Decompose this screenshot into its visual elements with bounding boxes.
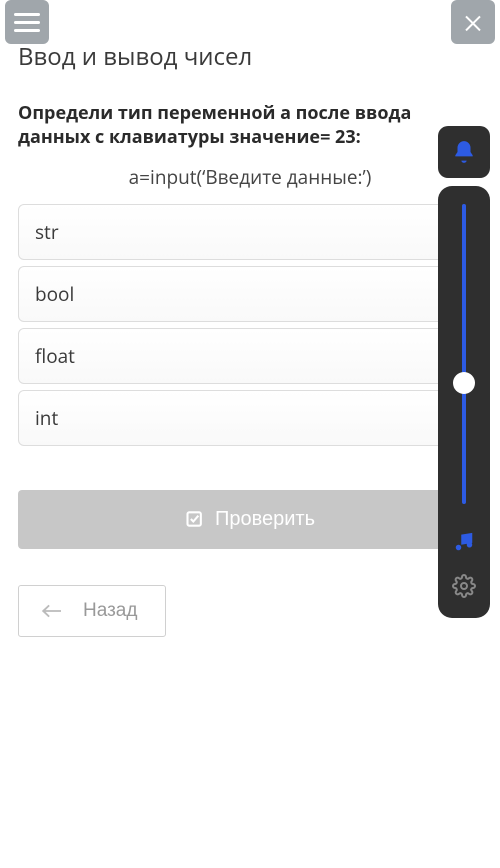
bell-icon — [451, 139, 477, 165]
back-button[interactable]: Назад — [18, 585, 166, 637]
music-icon — [453, 531, 475, 553]
settings-button[interactable] — [444, 566, 484, 606]
close-button[interactable] — [451, 0, 495, 44]
option-bool[interactable]: bool — [18, 266, 482, 322]
back-button-label: Назад — [83, 600, 137, 622]
option-int[interactable]: int — [18, 390, 482, 446]
music-button[interactable] — [444, 522, 484, 562]
close-icon — [461, 10, 485, 34]
side-control-panel — [438, 186, 490, 618]
options-list: str bool float int — [18, 204, 482, 446]
arrow-left-icon — [41, 603, 61, 619]
checkbox-icon — [185, 509, 205, 529]
gear-icon — [452, 574, 476, 598]
check-button[interactable]: Проверить — [18, 490, 482, 549]
notifications-button[interactable] — [438, 126, 490, 178]
option-str[interactable]: str — [18, 204, 482, 260]
page-title: Ввод и вывод чисел — [18, 40, 482, 73]
question-prompt: Определи тип переменной а после ввода да… — [18, 101, 482, 150]
check-button-label: Проверить — [215, 508, 315, 531]
hamburger-icon — [14, 13, 40, 16]
question-code: a=input(‘Введите данные:’) — [18, 164, 482, 190]
hamburger-menu-button[interactable] — [5, 0, 49, 44]
slider-thumb[interactable] — [453, 372, 475, 394]
volume-slider[interactable] — [462, 204, 466, 504]
option-float[interactable]: float — [18, 328, 482, 384]
